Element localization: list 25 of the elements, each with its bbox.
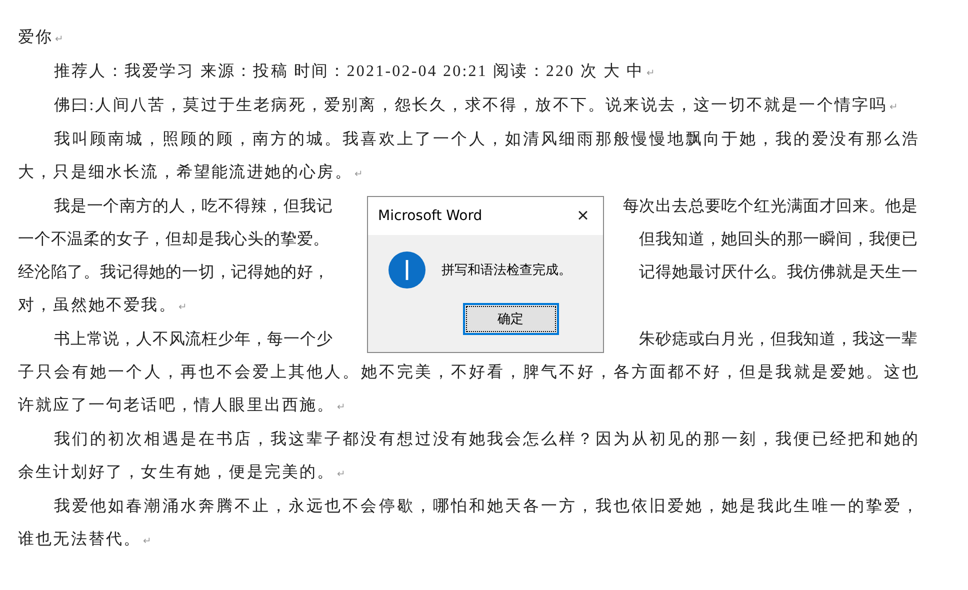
dialog-title: Microsoft Word	[378, 208, 482, 224]
body-text: 爱你↵	[18, 28, 65, 48]
body-text: 佛曰:人间八苦，莫过于生老病死，爱别离，怨长久，求不得，放不下。说来说去，这一切不就是一个情字吗↵	[54, 96, 899, 116]
body-text: 朱砂痣或白月光，但我知道，我这一辈	[639, 330, 918, 350]
body-text: 每次出去总要吃个红光满面才回来。他是	[622, 196, 918, 217]
body-text: 推荐人：我爱学习 来源：投稿 时间：2021-02-04 20:21 阅读：220 次 大 中↵	[54, 62, 656, 82]
close-button[interactable]: ×	[563, 197, 603, 235]
info-icon	[388, 251, 426, 289]
ok-button[interactable]: 确定	[462, 303, 558, 335]
body-text: 余生计划好了，女生有她，便是完美的。↵	[18, 462, 346, 483]
body-text: 但我知道，她回头的那一瞬间，我便已	[639, 230, 918, 250]
body-text: 大，只是细水长流，希望能流进她的心房。↵	[18, 162, 364, 183]
body-text: 谁也无法替代。↵	[18, 530, 153, 550]
body-text: 对，虽然她不爱我。↵	[18, 296, 188, 316]
dialog-message: 拼写和语法检查完成。	[442, 262, 572, 279]
body-text: 书上常说，人不风流枉少年，每一个少	[54, 330, 333, 350]
body-text: 经沦陷了。我记得她的一切，记得她的好，	[18, 262, 330, 283]
body-text: 子只会有她一个人，再也不会爱上其他人。她不完美，不好看，脾气不好，各方面都不好，但是我就是爱她。这也	[18, 362, 918, 383]
body-text: 一个不温柔的女子，但却是我心头的挚爱。	[18, 230, 330, 250]
body-text: 我们的初次相遇是在书店，我这辈子都没有想过没有她我会怎么样？因为从初见的那一刻，我便已经把和她的	[54, 430, 918, 450]
body-text: 许就应了一句老话吧，情人眼里出西施。↵	[18, 396, 346, 416]
body-text: 我叫顾南城，照顾的顾，南方的城。我喜欢上了一个人，如清风细雨那般慢慢地飘向于她，我的爱没有那么浩	[54, 130, 918, 150]
body-text: 我爱他如春潮涌水奔腾不止，永远也不会停歇，哪怕和她天各一方，我也依旧爱她，她是我此生唯一的挚爱，	[54, 496, 918, 517]
body-text: 记得她最讨厌什么。我仿佛就是天生一	[639, 262, 918, 283]
body-text: 我是一个南方的人，吃不得辣，但我记	[54, 196, 333, 217]
